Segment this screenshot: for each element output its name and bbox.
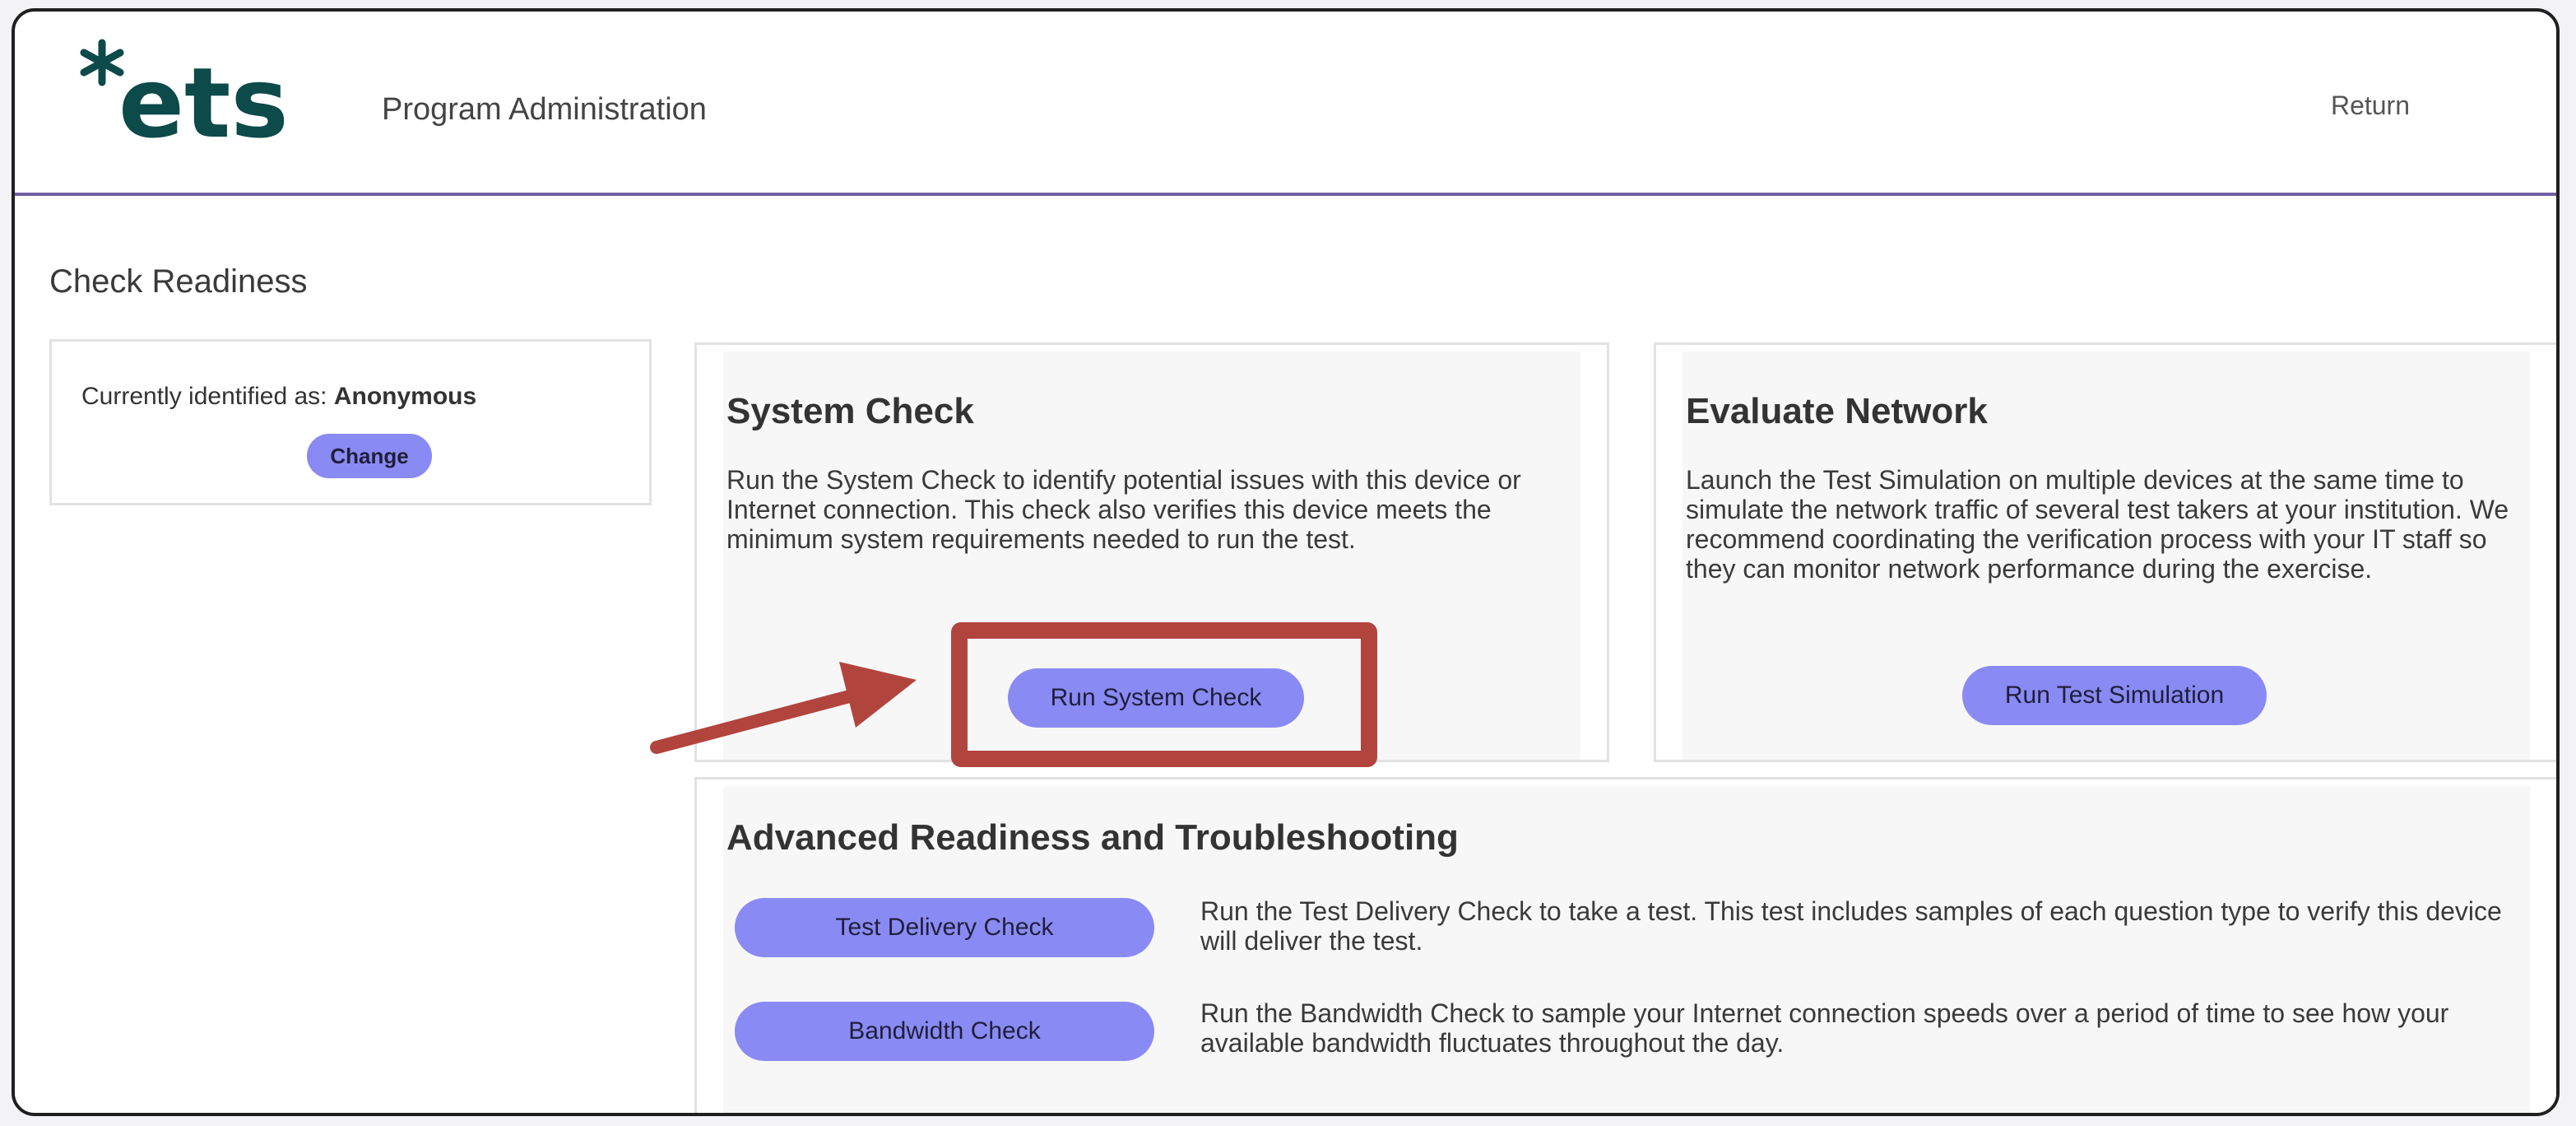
evaluate-network-heading: Evaluate Network bbox=[1686, 391, 1988, 431]
ets-logo: ets bbox=[80, 39, 289, 155]
identity-name: Anonymous bbox=[333, 383, 477, 410]
evaluate-network-description: Launch the Test Simulation on multiple d… bbox=[1686, 465, 2509, 584]
app-title: Program Administration bbox=[382, 92, 707, 127]
identity-prefix: Currently identified as: bbox=[81, 383, 327, 410]
test-delivery-check-button[interactable]: Test Delivery Check bbox=[735, 898, 1154, 957]
system-check-description: Run the System Check to identify potenti… bbox=[726, 465, 1521, 554]
run-system-check-button[interactable]: Run System Check bbox=[1008, 668, 1304, 728]
svg-text:ets: ets bbox=[118, 46, 289, 155]
change-identity-button[interactable]: Change bbox=[307, 434, 432, 478]
identity-text: Currently identified as: Anonymous bbox=[81, 383, 476, 411]
bandwidth-check-button[interactable]: Bandwidth Check bbox=[735, 1002, 1154, 1061]
advanced-heading: Advanced Readiness and Troubleshooting bbox=[726, 817, 1459, 858]
advanced-card: Advanced Readiness and Troubleshooting T… bbox=[694, 777, 2556, 1113]
run-test-simulation-button[interactable]: Run Test Simulation bbox=[1962, 666, 2267, 725]
bandwidth-check-description: Run the Bandwidth Check to sample your I… bbox=[1200, 998, 2449, 1058]
identity-card: Currently identified as: Anonymous Chang… bbox=[49, 339, 652, 505]
test-delivery-check-description: Run the Test Delivery Check to take a te… bbox=[1200, 896, 2502, 956]
system-check-heading: System Check bbox=[726, 391, 974, 431]
header: ets Program Administration Return bbox=[15, 12, 2556, 196]
page-title: Check Readiness bbox=[49, 263, 308, 300]
return-link[interactable]: Return bbox=[2331, 91, 2410, 121]
app-window: ets Program Administration Return Check … bbox=[12, 8, 2560, 1116]
evaluate-network-card: Evaluate Network Launch the Test Simulat… bbox=[1654, 342, 2556, 762]
arrow-right-icon bbox=[650, 662, 917, 754]
